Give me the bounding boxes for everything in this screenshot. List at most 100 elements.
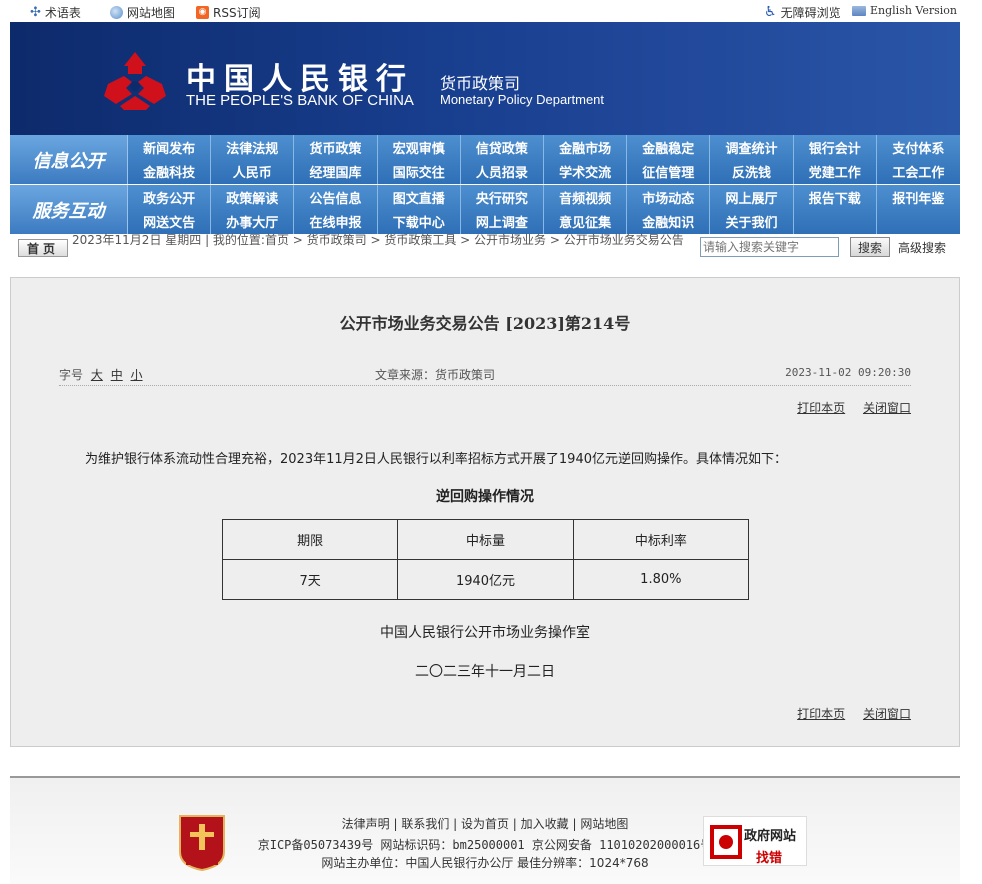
nav-item[interactable]: 在线申报: [294, 209, 378, 234]
nav-info-disclosure: 信息公开 新闻发布 法律法规 货币政策 宏观审慎 信贷政策 金融市场 金融稳定 …: [10, 135, 960, 184]
breadcrumb: 2023年11月2日 星期四 | 我的位置:首页 > 货币政策司 > 货币政策工…: [72, 233, 684, 247]
print-link[interactable]: 打印本页: [797, 401, 845, 415]
breadcrumb-bar: 首页 2023年11月2日 星期四 | 我的位置:首页 > 货币政策司 > 货币…: [10, 234, 960, 262]
close-window-link[interactable]: 关闭窗口: [863, 707, 911, 721]
article-panel: 公开市场业务交易公告 [2023]第214号 字号 大 中 小 文章来源：货币政…: [10, 277, 960, 747]
nav-row-label: 服务互动: [10, 185, 128, 234]
footer-registration: 京ICP备05073439号 网站标识码：bm25000001 京公网安备 11…: [257, 838, 713, 852]
font-medium-link[interactable]: 中: [111, 368, 123, 382]
nav-item-empty: [877, 210, 960, 235]
nav-item[interactable]: 调查统计: [710, 135, 794, 160]
nav-item[interactable]: 网送文告: [128, 209, 212, 234]
nav-item[interactable]: 新闻发布: [128, 135, 212, 160]
sitemap-link[interactable]: 网站地图: [110, 4, 175, 21]
nav-item[interactable]: 金融科技: [128, 159, 212, 184]
close-window-link[interactable]: 关闭窗口: [863, 401, 911, 415]
home-button[interactable]: 首页: [18, 239, 68, 257]
language-icon: [852, 5, 866, 16]
nav-item[interactable]: 金融稳定: [627, 135, 711, 160]
sitemap-label: 网站地图: [127, 6, 176, 20]
nav-item[interactable]: 征信管理: [627, 159, 711, 184]
nav-item[interactable]: 法律法规: [211, 135, 295, 160]
signature-date: 二〇二三年十一月二日: [415, 664, 555, 680]
glossary-link[interactable]: ✣ 术语表: [30, 4, 81, 21]
nav-item[interactable]: 报刊年鉴: [877, 185, 960, 210]
nav-item[interactable]: 党建工作: [794, 159, 877, 184]
nav-item[interactable]: 报告下载: [794, 185, 877, 210]
signature: 中国人民银行公开市场业务操作室: [380, 625, 590, 641]
print-link[interactable]: 打印本页: [797, 707, 845, 721]
department-name-english: Monetary Policy Department: [440, 92, 605, 107]
nav-item[interactable]: 办事大厅: [211, 209, 295, 234]
article-source: 文章来源：货币政策司: [375, 368, 496, 382]
rss-link[interactable]: ◉ RSS订阅: [196, 4, 261, 21]
globe-icon: [110, 6, 123, 19]
nav-item-empty: [794, 209, 877, 234]
accessibility-link[interactable]: ♿ 无障碍浏览: [764, 4, 841, 21]
footer-links[interactable]: 法律声明 | 联系我们 | 设为首页 | 加入收藏 | 网站地图: [10, 815, 960, 832]
article-tools-bottom: 打印本页 关闭窗口: [783, 705, 911, 722]
table-cell: 1940亿元: [397, 559, 574, 600]
nav-item[interactable]: 图文直播: [378, 185, 461, 210]
nav-item[interactable]: 国际交往: [378, 159, 461, 184]
article-paragraph: 为维护银行体系流动性合理充裕，2023年11月2日人民银行以利率招标方式开展了1…: [85, 452, 787, 467]
rss-label: RSS订阅: [213, 6, 261, 20]
nav-item[interactable]: 货币政策: [294, 135, 378, 160]
nav-item[interactable]: 下载中心: [378, 209, 461, 234]
nav-item[interactable]: 支付体系: [877, 135, 960, 160]
table-cell: 7天: [221, 559, 399, 600]
font-small-link[interactable]: 小: [131, 368, 143, 382]
table-cell: 1.80%: [572, 559, 750, 600]
english-link[interactable]: English Version: [852, 4, 957, 17]
nav-item[interactable]: 金融知识: [627, 209, 711, 234]
nav-item[interactable]: 关于我们: [710, 209, 794, 234]
advanced-search-link[interactable]: 高级搜索: [898, 239, 946, 256]
table-header: 中标量: [397, 519, 574, 560]
reverse-repo-table: 期限 中标量 中标利率 7天 1940亿元 1.80%: [221, 519, 750, 600]
pboc-logo-icon: [104, 52, 166, 110]
nav-grid: 政务公开 政策解读 公告信息 图文直播 央行研究 音频视频 市场动态 网上展厅 …: [128, 185, 960, 234]
nav-service-interaction: 服务互动 政务公开 政策解读 公告信息 图文直播 央行研究 音频视频 市场动态 …: [10, 185, 960, 234]
nav-item[interactable]: 反洗钱: [710, 159, 794, 184]
english-label: English Version: [870, 4, 957, 17]
footer-owner: 网站主办单位：中国人民银行办公厅 最佳分辨率：1024*768: [321, 856, 649, 870]
font-size-label: 字号: [59, 368, 84, 382]
search-button[interactable]: 搜索: [850, 237, 890, 257]
header-banner: 中国人民银行 THE PEOPLE'S BANK OF CHINA 货币政策司 …: [10, 22, 960, 135]
rss-icon: ◉: [196, 6, 209, 19]
nav-item[interactable]: 人员招录: [461, 159, 544, 184]
article-datetime: 2023-11-02 09:20:30: [785, 366, 911, 379]
nav-item[interactable]: 工会工作: [877, 160, 960, 185]
font-size-controls: 字号 大 中 小: [59, 366, 143, 383]
compass-icon: ✣: [30, 5, 41, 20]
search-input[interactable]: [700, 237, 839, 257]
nav-item[interactable]: 公告信息: [294, 185, 378, 210]
error-report-icon: [710, 825, 742, 859]
table-header: 期限: [221, 519, 399, 560]
error-report-sub: 找错: [756, 851, 783, 866]
nav-item[interactable]: 网上调查: [461, 209, 544, 234]
nav-item[interactable]: 央行研究: [461, 185, 544, 210]
nav-item[interactable]: 宏观审慎: [378, 135, 461, 160]
nav-item[interactable]: 人民币: [211, 159, 295, 184]
nav-row-label: 信息公开: [10, 135, 128, 184]
accessibility-label: 无障碍浏览: [780, 6, 841, 20]
article-meta: 字号 大 中 小 文章来源：货币政策司 2023-11-02 09:20:30: [59, 364, 911, 386]
nav-item[interactable]: 经理国库: [294, 159, 378, 184]
table-header: 中标利率: [572, 519, 750, 560]
nav-item[interactable]: 学术交流: [544, 159, 628, 184]
font-large-link[interactable]: 大: [91, 368, 103, 382]
nav-item[interactable]: 音频视频: [544, 185, 628, 210]
nav-item[interactable]: 网上展厅: [710, 185, 794, 210]
nav-item[interactable]: 意见征集: [544, 209, 628, 234]
nav-item[interactable]: 金融市场: [544, 135, 628, 160]
nav-item[interactable]: 政策解读: [211, 185, 295, 210]
nav-item[interactable]: 市场动态: [627, 185, 711, 210]
accessibility-icon: ♿: [764, 4, 777, 20]
table-caption: 逆回购操作情况: [436, 489, 534, 505]
report-error-button[interactable]: 政府网站 找错: [703, 816, 807, 866]
nav-item[interactable]: 信贷政策: [461, 135, 544, 160]
nav-item[interactable]: 银行会计: [794, 135, 877, 160]
table-row: 7天 1940亿元 1.80%: [221, 559, 750, 600]
nav-item[interactable]: 政务公开: [128, 185, 212, 210]
